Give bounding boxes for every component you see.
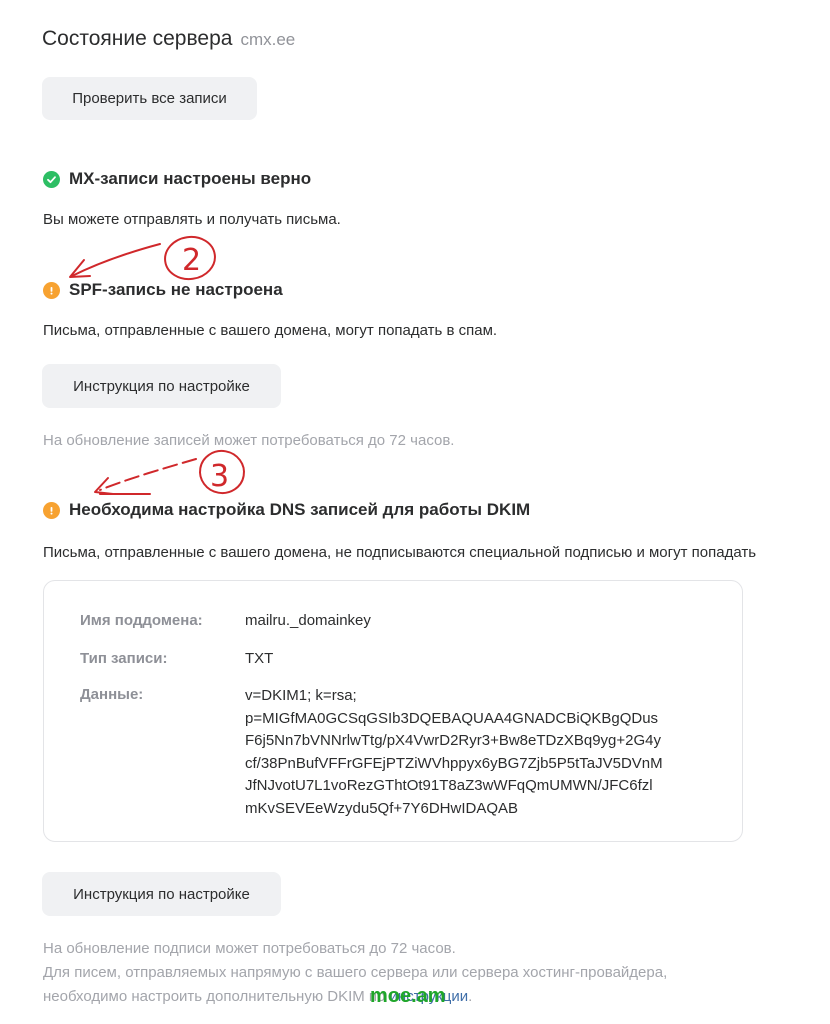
mx-status-title: MX-записи настроены верно xyxy=(69,169,312,188)
check-circle-icon xyxy=(43,170,60,188)
subdomain-value: mailru._domainkey xyxy=(245,612,371,629)
dkim-update-note: На обновление подписи может потребоватьс… xyxy=(43,937,667,1009)
warning-circle-icon xyxy=(43,501,60,519)
spf-status-title: SPF-запись не настроена xyxy=(69,280,283,299)
annotation-circle-2 xyxy=(164,235,216,281)
warning-circle-icon xyxy=(43,281,60,299)
dns-record-card: Имя поддомена: mailru._domainkey Тип зап… xyxy=(43,580,743,842)
mx-status-description: Вы можете отправлять и получать письма. xyxy=(43,211,341,228)
record-type-label: Тип записи: xyxy=(80,650,168,667)
annotation-circle-3 xyxy=(199,449,245,495)
annotation-marker-3: 3 xyxy=(210,459,229,494)
record-data-label: Данные: xyxy=(80,686,144,703)
dkim-status-description: Письма, отправленные с вашего домена, не… xyxy=(43,544,757,561)
watermark-logo: moe.am xyxy=(370,985,446,1007)
annotation-marker-2: 2 xyxy=(182,243,201,278)
dkim-status-heading: Необходима настройка DNS записей для раб… xyxy=(43,500,530,520)
spf-instruction-button[interactable]: Инструкция по настройке xyxy=(42,364,281,408)
dkim-note-line-3-suffix: . xyxy=(468,988,473,1005)
mx-status-heading: MX-записи настроены верно xyxy=(43,169,311,189)
record-type-value: TXT xyxy=(245,650,274,667)
subdomain-label: Имя поддомена: xyxy=(80,612,203,629)
spf-update-note: На обновление записей может потребоватьс… xyxy=(43,432,455,449)
annotation-arrow-2 xyxy=(71,243,161,277)
annotation-arrow-3-head xyxy=(94,477,114,495)
spf-status-heading: SPF-запись не настроена xyxy=(43,280,283,300)
page-title-text: Состояние сервера xyxy=(42,27,233,50)
annotation-arrow-3 xyxy=(99,458,197,491)
dkim-status-title: Необходима настройка DNS записей для раб… xyxy=(69,500,531,519)
record-data-value[interactable]: v=DKIM1; k=rsa; p=MIGfMA0GCSqGSIb3DQEBAQ… xyxy=(245,685,663,820)
annotation-arrow-2-head xyxy=(69,259,91,278)
domain-name: cmx.ee xyxy=(240,30,296,49)
dkim-note-line-2: Для писем, отправляемых напрямую с вашег… xyxy=(43,964,668,981)
page-title: Состояние сервера cmx.ee xyxy=(42,27,295,51)
dkim-note-line-1: На обновление подписи может потребоватьс… xyxy=(43,940,456,957)
dkim-instruction-button[interactable]: Инструкция по настройке xyxy=(42,872,281,916)
spf-status-description: Письма, отправленные с вашего домена, мо… xyxy=(43,322,498,339)
dkim-note-line-3: необходимо настроить дополнительную DKIM… xyxy=(43,985,667,1009)
dkim-note-line-3-prefix: необходимо настроить дополнительную DKIM… xyxy=(43,988,390,1005)
check-all-records-button[interactable]: Проверить все записи xyxy=(42,77,257,120)
